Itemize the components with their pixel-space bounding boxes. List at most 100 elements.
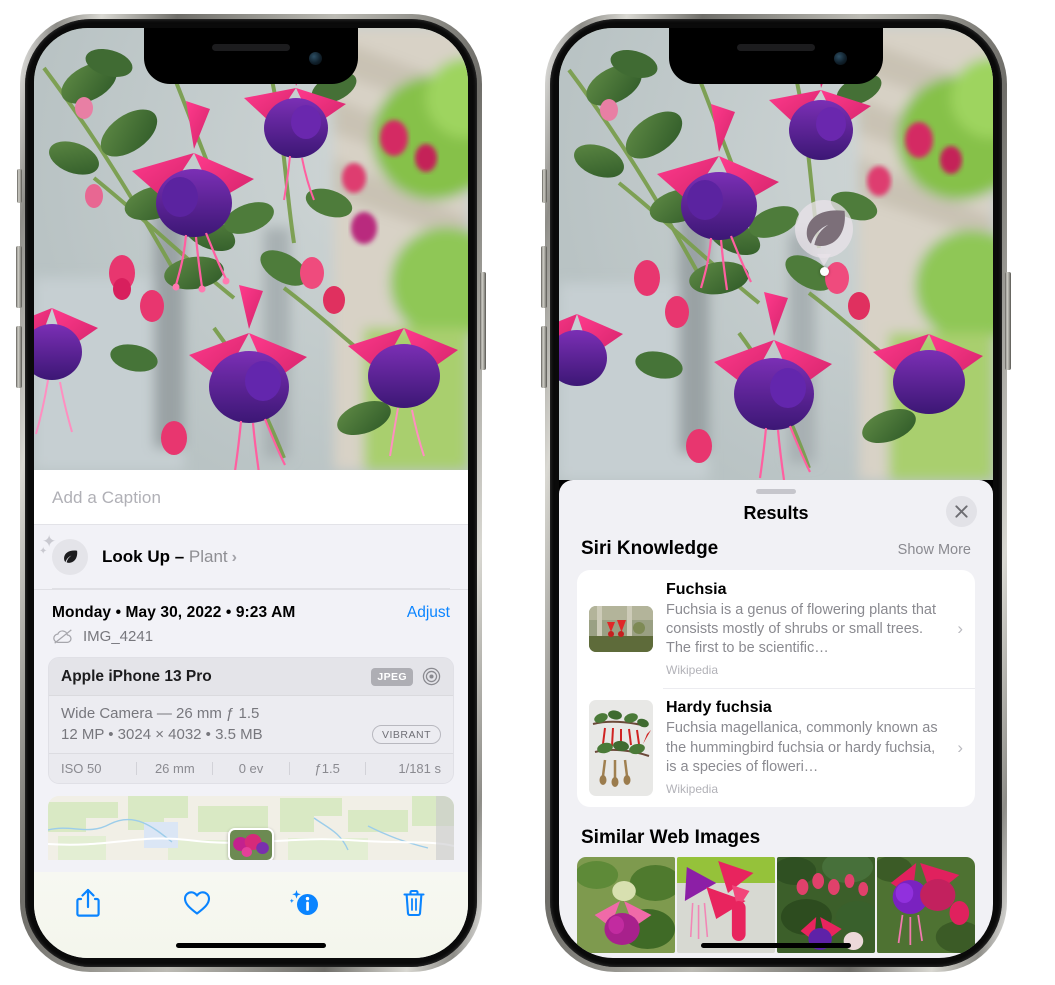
knowledge-title: Fuchsia bbox=[666, 581, 727, 598]
notch bbox=[669, 28, 883, 84]
format-badge: JPEG bbox=[371, 667, 413, 686]
section-title: Similar Web Images bbox=[581, 826, 761, 848]
info-sparkle-icon bbox=[290, 890, 319, 915]
knowledge-thumbnail bbox=[589, 699, 653, 796]
visual-lookup-badge[interactable] bbox=[795, 200, 853, 276]
knowledge-description: Fuchsia is a genus of flowering plants t… bbox=[666, 602, 937, 657]
web-image-2 bbox=[677, 856, 775, 953]
camera-device-name: Apple iPhone 13 Pro bbox=[61, 667, 212, 685]
mute-switch[interactable] bbox=[17, 169, 22, 203]
volume-down-button[interactable] bbox=[16, 326, 22, 388]
fuchsia-photo bbox=[34, 28, 468, 470]
exif-row: ISO 50 26 mm 0 ev ƒ1.5 1/181 s bbox=[49, 753, 453, 783]
photo-info-panel: Add a Caption ✦ ✦ Look Up – Plant › Mond… bbox=[34, 470, 468, 958]
file-name-row: IMG_4241 bbox=[34, 624, 468, 657]
photographic-style-badge: VIBRANT bbox=[371, 725, 441, 744]
look-up-row[interactable]: ✦ ✦ Look Up – Plant › bbox=[34, 525, 468, 590]
close-icon bbox=[955, 505, 968, 518]
sheet-title: Results bbox=[743, 503, 809, 523]
size-info: 12 MP • 3024 × 4032 • 3.5 MB bbox=[61, 726, 263, 743]
iphone-left: Add a Caption ✦ ✦ Look Up – Plant › Mond… bbox=[16, 14, 486, 972]
delete-button[interactable] bbox=[388, 880, 440, 926]
look-up-label: Look Up – Plant › bbox=[102, 547, 237, 567]
exif-ev: 0 ev bbox=[238, 761, 264, 776]
front-camera bbox=[309, 52, 322, 65]
heart-icon bbox=[183, 891, 210, 915]
screenshot-stage: Add a Caption ✦ ✦ Look Up – Plant › Mond… bbox=[0, 0, 1055, 985]
knowledge-text: Fuchsia Fuchsia is a genus of flowering … bbox=[666, 581, 938, 677]
camera-card-body: Wide Camera — 26 mm ƒ 1.5 12 MP • 3024 ×… bbox=[49, 696, 453, 753]
front-camera bbox=[834, 52, 847, 65]
screen-left: Add a Caption ✦ ✦ Look Up – Plant › Mond… bbox=[34, 28, 468, 958]
earpiece-speaker bbox=[737, 44, 815, 51]
section-title: Siri Knowledge bbox=[581, 538, 719, 559]
detection-dot bbox=[819, 267, 829, 276]
siri-knowledge-header: Siri Knowledge Show More bbox=[559, 538, 993, 570]
file-name: IMG_4241 bbox=[83, 628, 154, 645]
power-button[interactable] bbox=[480, 272, 486, 370]
web-image-4 bbox=[877, 856, 975, 953]
date-row: Monday • May 30, 2022 • 9:23 AM Adjust bbox=[34, 590, 468, 624]
share-icon bbox=[76, 888, 100, 917]
photo-viewer[interactable] bbox=[34, 28, 468, 470]
web-image-tile[interactable] bbox=[677, 856, 775, 953]
aperture-icon[interactable] bbox=[422, 667, 441, 686]
sheet-header: Results bbox=[559, 494, 993, 538]
exif-focal: 26 mm bbox=[154, 761, 195, 776]
look-up-title: Look Up – bbox=[102, 547, 189, 566]
info-button[interactable] bbox=[279, 880, 331, 926]
knowledge-thumbnail bbox=[589, 606, 653, 653]
trash-icon bbox=[403, 889, 425, 917]
web-image-1 bbox=[577, 856, 675, 953]
volume-up-button[interactable] bbox=[541, 246, 547, 308]
volume-down-button[interactable] bbox=[541, 326, 547, 388]
caption-field-row[interactable]: Add a Caption bbox=[34, 470, 468, 525]
share-button[interactable] bbox=[62, 880, 114, 926]
knowledge-text: Hardy fuchsia Fuchsia magellanica, commo… bbox=[666, 699, 938, 795]
fuchsia-thumb-image bbox=[589, 606, 653, 653]
chevron-right-icon[interactable]: › bbox=[951, 738, 963, 758]
web-image-tile[interactable] bbox=[777, 856, 875, 953]
close-button[interactable] bbox=[946, 496, 977, 527]
exif-aperture: ƒ1.5 bbox=[314, 761, 340, 776]
results-sheet: Results Siri Knowledge Show More Fuchsia… bbox=[559, 480, 993, 958]
knowledge-item-fuchsia[interactable]: Fuchsia Fuchsia is a genus of flowering … bbox=[577, 570, 975, 688]
power-button[interactable] bbox=[1005, 272, 1011, 370]
cloud-slash-icon bbox=[53, 629, 72, 644]
photo-viewer[interactable] bbox=[559, 28, 993, 480]
volume-up-button[interactable] bbox=[16, 246, 22, 308]
mute-switch[interactable] bbox=[542, 169, 547, 203]
siri-knowledge-card: Fuchsia Fuchsia is a genus of flowering … bbox=[577, 570, 975, 807]
caption-input[interactable]: Add a Caption bbox=[52, 488, 450, 508]
earpiece-speaker bbox=[212, 44, 290, 51]
chevron-right-icon[interactable]: › bbox=[951, 619, 963, 639]
favorite-button[interactable] bbox=[171, 880, 223, 926]
location-map-card[interactable] bbox=[48, 796, 454, 860]
look-up-subject: Plant bbox=[188, 547, 228, 566]
web-image-tile[interactable] bbox=[877, 856, 975, 953]
photo-location-pin[interactable] bbox=[228, 828, 274, 860]
photo-date: Monday • May 30, 2022 • 9:23 AM bbox=[52, 604, 296, 621]
leaf-icon bbox=[64, 550, 78, 563]
knowledge-title: Hardy fuchsia bbox=[666, 699, 772, 717]
hardy-fuchsia-thumb-image bbox=[589, 699, 653, 796]
web-image-3 bbox=[777, 856, 875, 953]
sparkle-small-icon: ✦ bbox=[39, 546, 48, 557]
similar-web-images-header: Similar Web Images bbox=[559, 807, 993, 857]
knowledge-item-hardy-fuchsia[interactable]: Hardy fuchsia Fuchsia magellanica, commo… bbox=[577, 688, 975, 806]
camera-card-header: Apple iPhone 13 Pro JPEG bbox=[49, 658, 453, 696]
camera-card-header-right: JPEG bbox=[371, 667, 441, 686]
knowledge-source: Wikipedia bbox=[666, 781, 719, 796]
knowledge-description: Fuchsia magellanica, commonly known as t… bbox=[666, 720, 938, 775]
web-image-tile[interactable] bbox=[577, 856, 675, 953]
chevron-right-icon[interactable]: › bbox=[232, 549, 237, 566]
adjust-button[interactable]: Adjust bbox=[407, 604, 450, 622]
similar-web-images-strip[interactable] bbox=[559, 856, 993, 953]
show-more-button[interactable]: Show More bbox=[898, 542, 971, 558]
home-indicator[interactable] bbox=[701, 943, 851, 948]
exif-shutter: 1/181 s bbox=[398, 761, 442, 776]
pin-thumbnail bbox=[230, 830, 272, 860]
notch bbox=[144, 28, 358, 84]
home-indicator[interactable] bbox=[176, 943, 326, 948]
camera-info-card[interactable]: Apple iPhone 13 Pro JPEG Wide Camera — 2… bbox=[48, 657, 454, 784]
